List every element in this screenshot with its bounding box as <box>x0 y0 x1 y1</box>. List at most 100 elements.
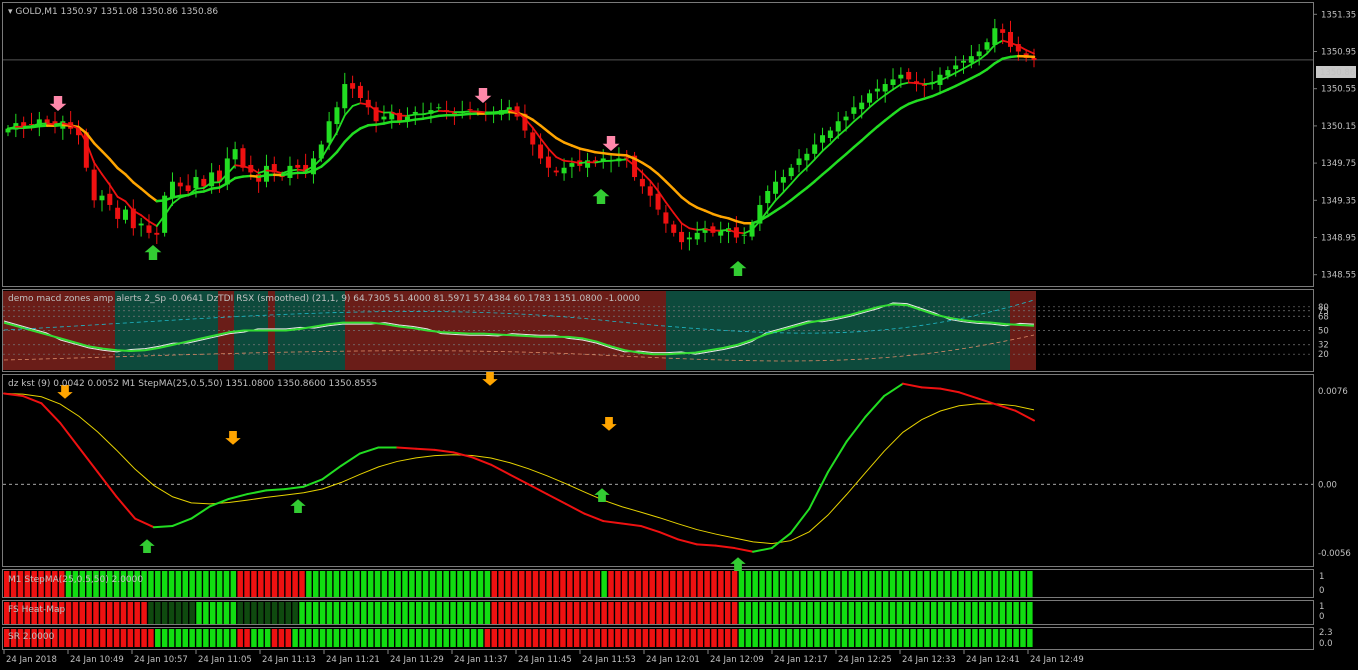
sr-bar <box>58 629 65 647</box>
slow-ma-segment <box>860 132 871 142</box>
slow-ma-segment <box>539 124 550 134</box>
candle-body <box>968 56 974 63</box>
slow-ma-segment <box>797 186 809 196</box>
heatmap-bar <box>752 602 758 624</box>
candle-body <box>538 144 544 159</box>
stepma-bar <box>615 571 621 597</box>
candle-body <box>1008 31 1014 47</box>
sr-bar <box>841 629 848 647</box>
sr-bar <box>347 629 353 647</box>
fast-ma-segment <box>273 170 284 175</box>
fast-ma-segment <box>578 161 589 164</box>
kst-line-segment <box>639 524 661 534</box>
price-axis-label: 1348.55 <box>1321 271 1356 281</box>
stepma-bar <box>560 571 566 597</box>
stepma-bar <box>855 571 861 597</box>
heatmap-bar <box>553 602 559 624</box>
kst-buy-arrow-icon <box>730 557 746 571</box>
stepma-bar <box>910 571 916 597</box>
candle-body <box>342 84 348 109</box>
slow-ma-segment <box>359 124 370 130</box>
heatmap-bar <box>917 602 923 624</box>
heatmap-bar <box>725 602 731 624</box>
slow-ma-segment <box>648 166 660 176</box>
stepma-bar <box>704 571 710 597</box>
slow-ma-segment <box>930 91 942 98</box>
sr-bar <box>354 629 360 647</box>
sr-bar <box>539 629 546 647</box>
heatmap-bar <box>539 602 546 624</box>
stepma-bar <box>814 571 820 597</box>
time-axis-label: 24 Jan 12:41 <box>966 655 1020 665</box>
stepma-bar <box>958 571 964 597</box>
slow-ma-segment <box>562 141 574 147</box>
stepma-bar <box>395 571 401 597</box>
stepma-bar <box>416 571 422 597</box>
kst-line-segment <box>958 391 979 400</box>
stepma-bar <box>766 571 772 597</box>
kst-line-segment <box>396 446 417 450</box>
sr-bar <box>718 629 724 647</box>
slow-ma-segment <box>531 118 542 127</box>
kst-buy-arrow-icon <box>139 539 155 553</box>
stepma-bar <box>800 571 806 597</box>
stepma-bar <box>876 571 882 597</box>
rsx-axis-label: 20 <box>1318 350 1329 360</box>
heatmap-bar <box>594 602 600 624</box>
heatmap-bar <box>649 602 655 624</box>
sr-bar <box>958 629 964 647</box>
kst-buy-arrow-icon <box>594 488 610 502</box>
heatmap-bar <box>161 602 168 624</box>
stepma-bar <box>965 571 971 597</box>
fast-ma-segment <box>406 113 417 117</box>
heatmap-bar <box>828 602 834 624</box>
candle-body <box>788 167 794 177</box>
sr-bar <box>972 629 978 647</box>
stepma-bar <box>237 571 243 597</box>
kst-line-segment <box>752 547 773 553</box>
stepma-bar <box>738 571 745 597</box>
heatmap-bar <box>264 602 271 624</box>
candle-body <box>569 163 575 167</box>
stepma-bar <box>951 571 958 597</box>
candle-body <box>843 116 849 121</box>
bar-axis-label: 0 <box>1319 612 1324 622</box>
stepma-bar <box>175 571 182 597</box>
bar-axis-label: 2.3 <box>1319 628 1333 638</box>
heatmap-bar <box>670 602 676 624</box>
slow-ma-segment <box>554 136 566 144</box>
sr-bar <box>278 629 285 647</box>
time-axis-label: 24 Jan 12:25 <box>838 655 892 665</box>
sr-bar <box>519 629 525 647</box>
stepma-bar <box>251 571 257 597</box>
kst-line-segment <box>358 446 380 455</box>
heatmap-bar <box>999 602 1006 624</box>
heatmap-bar <box>374 602 381 624</box>
stepma-bar <box>1027 571 1033 597</box>
fast-ma-segment <box>492 110 503 114</box>
sr-bar <box>388 629 394 647</box>
kst-line-segment <box>115 495 137 520</box>
sr-bar <box>161 629 168 647</box>
fast-ma-segment <box>790 173 800 185</box>
fast-ma-segment <box>798 166 808 176</box>
slow-ma-segment <box>672 187 683 199</box>
candle-body <box>835 121 841 132</box>
sr-bar <box>1013 629 1019 647</box>
candle-body <box>436 107 442 109</box>
kst-line-segment <box>190 505 211 520</box>
fast-ma-segment <box>101 173 111 186</box>
price-panel-frame <box>2 2 1314 287</box>
candle-body <box>898 74 904 79</box>
sr-bar <box>457 629 463 647</box>
slow-ma-segment <box>954 80 965 88</box>
heatmap-bar <box>134 602 140 624</box>
heatmap-bar <box>519 602 525 624</box>
fast-ma-segment <box>892 83 902 91</box>
kst-line-segment <box>920 386 942 390</box>
stepma-bar <box>1013 571 1019 597</box>
sr-bar <box>216 629 223 647</box>
trading-chart: 1351.35 1350.95 1350.55 1350.15 1349.75 1349.… <box>2 2 1356 665</box>
sr-bar-label: SR 2.0000 <box>8 632 55 642</box>
stepma-bar <box>697 571 703 597</box>
